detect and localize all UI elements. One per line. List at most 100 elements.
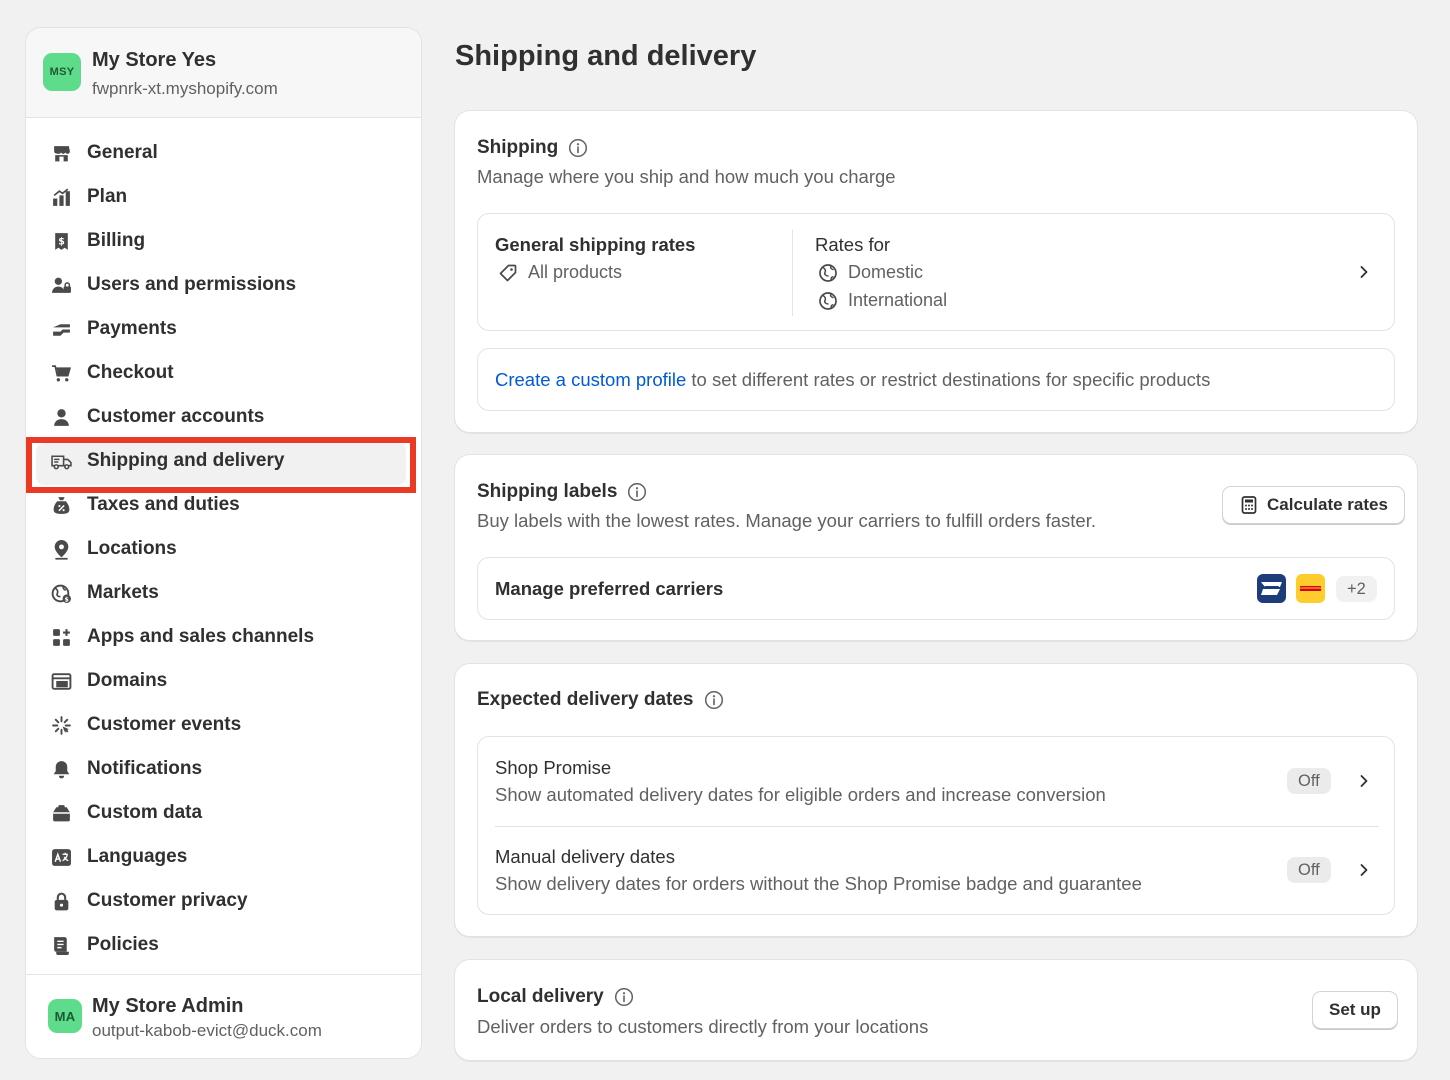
sidebar-item-checkout[interactable]: Checkout bbox=[26, 351, 421, 395]
shipping-labels-title-text: Shipping labels bbox=[477, 481, 618, 502]
expected-delivery-dates-card: Expected delivery dates Shop Promise Sho… bbox=[454, 663, 1418, 937]
custom-profile-rest: to set different rates or restrict desti… bbox=[686, 369, 1211, 390]
custom-profile-text: Create a custom profile to set different… bbox=[495, 369, 1210, 391]
shop-promise-description: Show automated delivery dates for eligib… bbox=[495, 784, 1106, 805]
all-products-label: All products bbox=[528, 262, 623, 282]
settings-nav: General Plan $ Billing Users and permiss… bbox=[26, 131, 421, 967]
sidebar-item-label: Policies bbox=[87, 934, 159, 955]
sidebar-item-label: Plan bbox=[87, 186, 128, 207]
sidebar-item-notifications[interactable]: Notifications bbox=[26, 747, 421, 791]
lock-icon bbox=[50, 890, 72, 912]
status-badge: Off bbox=[1287, 857, 1331, 883]
sidebar-item-markets[interactable]: $ Markets bbox=[26, 571, 421, 615]
info-icon[interactable] bbox=[704, 690, 724, 710]
sidebar-item-label: Shipping and delivery bbox=[87, 450, 285, 471]
custom-profile-row: Create a custom profile to set different… bbox=[477, 348, 1395, 411]
general-shipping-rates-row[interactable]: General shipping rates All products Rate… bbox=[477, 213, 1395, 331]
rates-for-label: Rates for bbox=[815, 234, 891, 255]
sidebar-item-users[interactable]: Users and permissions bbox=[26, 263, 421, 307]
local-delivery-title: Local delivery bbox=[477, 986, 634, 1008]
sidebar-item-customer-privacy[interactable]: Customer privacy bbox=[26, 879, 421, 923]
sidebar-item-customer-events[interactable]: Customer events bbox=[26, 703, 421, 747]
local-delivery-title-text: Local delivery bbox=[477, 986, 604, 1007]
sidebar-item-label: Customer accounts bbox=[87, 406, 265, 427]
globe-icon bbox=[818, 263, 838, 283]
sidebar-item-taxes-and-duties[interactable]: Taxes and duties bbox=[26, 483, 421, 527]
sidebar-item-payments[interactable]: Payments bbox=[26, 307, 421, 351]
sidebar-item-domains[interactable]: Domains bbox=[26, 659, 421, 703]
international-label: International bbox=[848, 290, 948, 310]
calculate-rates-label: Calculate rates bbox=[1267, 495, 1388, 514]
sidebar-item-label: Billing bbox=[87, 230, 146, 251]
store-name: My Store Yes bbox=[92, 49, 217, 71]
sidebar-item-apps-and-sales-channels[interactable]: Apps and sales channels bbox=[26, 615, 421, 659]
account-footer[interactable]: MA My Store Admin output-kabob-evict@duc… bbox=[26, 974, 421, 1058]
chevron-right-icon[interactable] bbox=[1354, 860, 1374, 880]
sidebar-item-label: Checkout bbox=[87, 362, 174, 383]
settings-sidebar: MSY My Store Yes fwpnrk-xt.myshopify.com… bbox=[25, 27, 422, 1059]
preferred-carriers-label: Manage preferred carriers bbox=[495, 578, 724, 599]
all-products-row: All products bbox=[498, 262, 622, 283]
sidebar-item-label: Notifications bbox=[87, 758, 203, 779]
sidebar-item-billing[interactable]: $ Billing bbox=[26, 219, 421, 263]
admin-email: output-kabob-evict@duck.com bbox=[92, 1021, 322, 1040]
sidebar-item-label: Taxes and duties bbox=[87, 494, 240, 515]
manual-delivery-description: Show delivery dates for orders without t… bbox=[495, 873, 1142, 894]
payments-icon bbox=[50, 318, 72, 340]
create-custom-profile-link[interactable]: Create a custom profile bbox=[495, 369, 686, 390]
truck-icon bbox=[50, 450, 72, 472]
domestic-row: Domestic bbox=[818, 262, 923, 283]
location-pin-icon bbox=[50, 538, 72, 560]
local-delivery-description: Deliver orders to customers directly fro… bbox=[477, 1016, 929, 1037]
shipping-title: Shipping bbox=[477, 137, 588, 159]
store-switcher[interactable]: MSY My Store Yes fwpnrk-xt.myshopify.com bbox=[26, 28, 421, 118]
info-icon[interactable] bbox=[627, 482, 647, 502]
chevron-right-icon[interactable] bbox=[1354, 262, 1374, 282]
sidebar-item-general[interactable]: General bbox=[26, 131, 421, 175]
chevron-right-icon[interactable] bbox=[1354, 771, 1374, 791]
svg-text:$: $ bbox=[58, 236, 65, 247]
shop-promise-title: Shop Promise bbox=[495, 757, 612, 778]
sidebar-item-label: Custom data bbox=[87, 802, 203, 823]
billing-icon: $ bbox=[50, 230, 72, 252]
status-badge: Off bbox=[1287, 768, 1331, 794]
sidebar-item-languages[interactable]: Languages bbox=[26, 835, 421, 879]
sidebar-item-plan[interactable]: Plan bbox=[26, 175, 421, 219]
shipping-labels-title: Shipping labels bbox=[477, 481, 647, 503]
shipping-labels-card: Shipping labels Buy labels with the lowe… bbox=[454, 454, 1418, 641]
sidebar-item-label: Users and permissions bbox=[87, 274, 297, 295]
sidebar-item-label: Payments bbox=[87, 318, 177, 339]
info-icon[interactable] bbox=[568, 138, 588, 158]
tax-icon bbox=[50, 494, 72, 516]
svg-text:$: $ bbox=[64, 596, 68, 603]
international-row: International bbox=[818, 290, 947, 311]
usps-logo bbox=[1257, 574, 1286, 603]
sidebar-item-label: Markets bbox=[87, 582, 159, 603]
sidebar-item-label: Apps and sales channels bbox=[87, 626, 315, 647]
more-carriers-badge: +2 bbox=[1336, 576, 1377, 602]
sidebar-item-shipping-and-delivery[interactable]: Shipping and delivery bbox=[26, 437, 421, 493]
store-avatar: MSY bbox=[43, 53, 81, 91]
shop-promise-row[interactable]: Shop Promise Show automated delivery dat… bbox=[478, 737, 1394, 826]
sidebar-item-custom-data[interactable]: Custom data bbox=[26, 791, 421, 835]
info-icon[interactable] bbox=[614, 987, 634, 1007]
general-rates-title: General shipping rates bbox=[495, 234, 696, 255]
sidebar-item-policies[interactable]: Policies bbox=[26, 923, 421, 967]
store-icon bbox=[50, 142, 72, 164]
shipping-card: Shipping Manage where you ship and how m… bbox=[454, 110, 1418, 433]
translate-icon bbox=[50, 846, 72, 868]
rates-divider bbox=[792, 230, 793, 316]
preferred-carriers-row[interactable]: Manage preferred carriers +2 bbox=[477, 557, 1395, 620]
admin-avatar: MA bbox=[48, 999, 82, 1033]
globe-icon: $ bbox=[50, 582, 72, 604]
sidebar-item-customer-accounts[interactable]: Customer accounts bbox=[26, 395, 421, 439]
delivery-dates-list: Shop Promise Show automated delivery dat… bbox=[477, 736, 1395, 915]
calculate-rates-button[interactable]: Calculate rates bbox=[1222, 486, 1405, 524]
apps-icon bbox=[50, 626, 72, 648]
manual-delivery-dates-row[interactable]: Manual delivery dates Show delivery date… bbox=[478, 827, 1394, 916]
tag-icon bbox=[498, 263, 518, 283]
sidebar-item-locations[interactable]: Locations bbox=[26, 527, 421, 571]
set-up-button[interactable]: Set up bbox=[1312, 991, 1398, 1029]
domestic-label: Domestic bbox=[848, 262, 924, 282]
admin-name: My Store Admin bbox=[92, 995, 244, 1017]
